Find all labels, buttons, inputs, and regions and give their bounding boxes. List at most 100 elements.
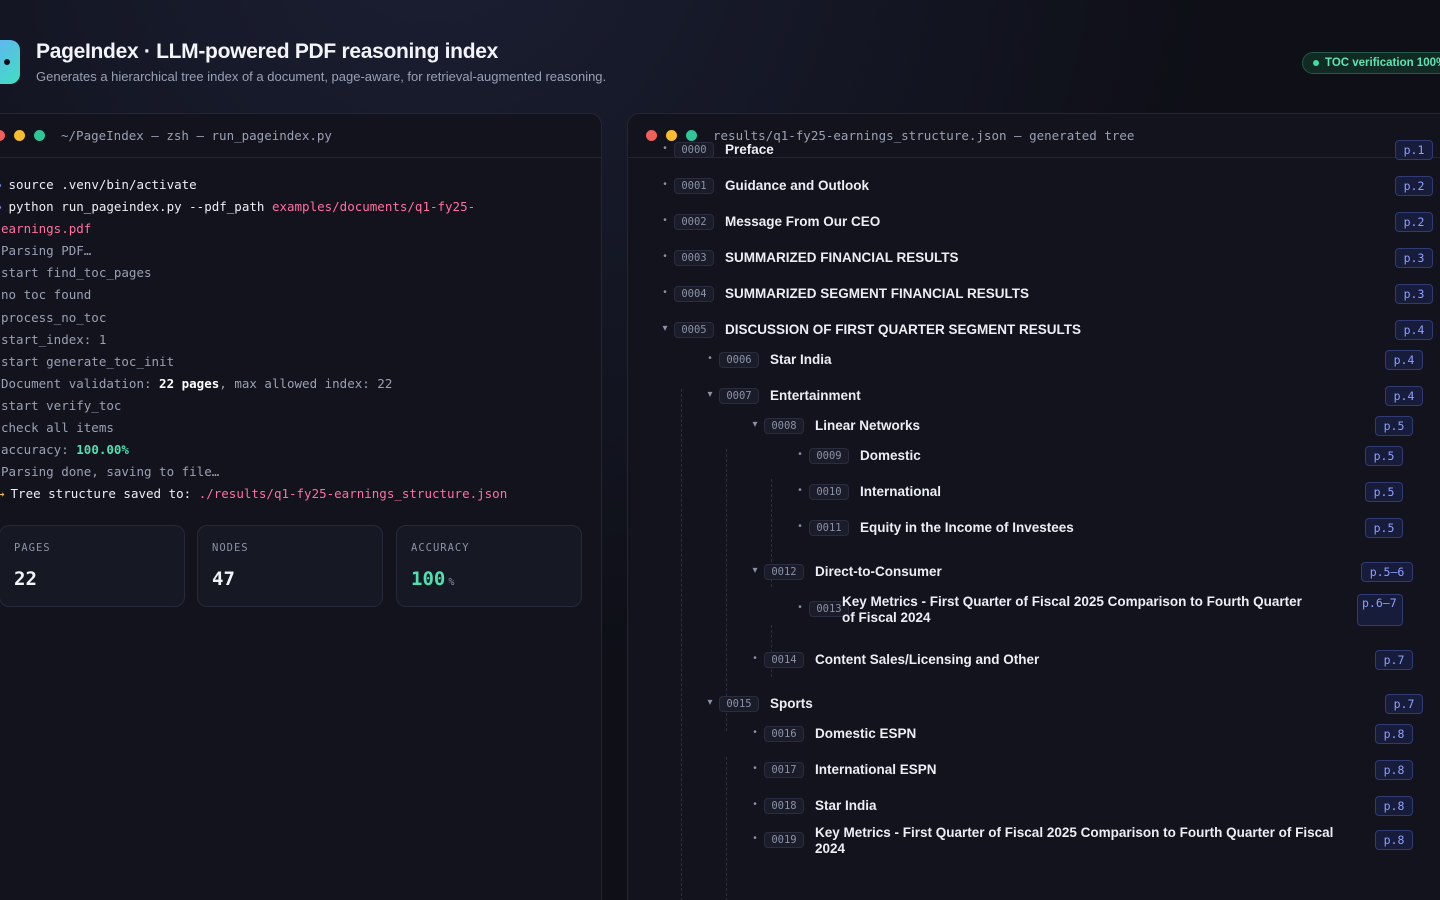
- chevron-right-icon: ❯: [0, 199, 3, 214]
- tree-node[interactable]: • 0006 Star India p.4: [703, 345, 1423, 375]
- tree-node[interactable]: ▾ 0007 Entertainment p.4: [703, 381, 1423, 411]
- page-badge: p.7: [1375, 650, 1413, 670]
- terminal-line: Parsing done, saving to file…: [1, 464, 220, 479]
- node-title: SUMMARIZED FINANCIAL RESULTS: [725, 250, 959, 265]
- tree-node[interactable]: • 0000 Preface p.1: [658, 135, 1433, 165]
- node-title: DISCUSSION OF FIRST QUARTER SEGMENT RESU…: [725, 322, 1082, 337]
- close-window-icon[interactable]: [646, 130, 657, 141]
- terminal-line: ❯python run_pageindex.py --pdf_path exam…: [0, 199, 475, 214]
- tree-node[interactable]: • 0011 Equity in the Income of Investees p.…: [793, 513, 1403, 543]
- terminal-line: check all items: [1, 420, 114, 435]
- node-title: Guidance and Outlook: [725, 178, 870, 193]
- page-header: PageIndex · LLM-powered PDF reasoning in…: [0, 0, 1440, 112]
- terminal-line: earnings.pdf: [1, 221, 92, 236]
- terminal-line: start find_toc_pages: [1, 265, 152, 280]
- terminal-panel: ~/PageIndex — zsh — run_pageindex.py ❯so…: [0, 113, 602, 900]
- maximize-window-icon[interactable]: [34, 130, 45, 141]
- page-badge: p.4: [1395, 320, 1433, 340]
- terminal-line: →Tree structure saved to: ./results/q1-f…: [0, 486, 507, 501]
- tree-node[interactable]: • 0014 Content Sales/Licensing and Other p.…: [748, 645, 1413, 675]
- page-badge: p.8: [1375, 796, 1413, 816]
- page-badge: p.2: [1395, 212, 1433, 232]
- stat-card-accuracy: ACCURACY 100%: [396, 525, 582, 607]
- page-badge: p.2: [1395, 176, 1433, 196]
- node-id: 0004: [674, 286, 714, 302]
- page-badge: p.4: [1385, 350, 1423, 370]
- tree-node[interactable]: ▾ 0005 DISCUSSION OF FIRST QUARTER SEGMENT…: [658, 315, 1433, 345]
- node-title: Domestic ESPN: [815, 726, 917, 741]
- node-title: Domestic: [860, 448, 921, 463]
- node-id: 0001: [674, 178, 714, 194]
- node-id: 0011: [809, 520, 849, 536]
- node-title: Linear Networks: [815, 418, 921, 433]
- terminal-line: no toc found: [1, 287, 92, 302]
- node-title: Sports: [770, 696, 813, 711]
- terminal-line: start verify_toc: [1, 398, 122, 413]
- stat-value: 100%: [411, 568, 455, 590]
- terminal-line: process_no_toc: [1, 310, 107, 325]
- tree-node[interactable]: • 0013 Key Metrics - First Quarter of Fisc…: [793, 594, 1403, 626]
- node-id: 0014: [764, 652, 804, 668]
- terminal-titlebar: ~/PageIndex — zsh — run_pageindex.py: [0, 114, 601, 158]
- tree-node[interactable]: • 0017 International ESPN p.8: [748, 755, 1413, 785]
- tree-node[interactable]: • 0016 Domestic ESPN p.8: [748, 719, 1413, 749]
- chevron-down-icon[interactable]: ▾: [703, 389, 717, 400]
- tree-node[interactable]: • 0002 Message From Our CEO p.2: [658, 207, 1433, 237]
- node-id: 0006: [719, 352, 759, 368]
- stat-value: 22: [14, 568, 37, 590]
- stat-label: NODES: [212, 542, 249, 554]
- bullet-icon: •: [753, 763, 757, 774]
- page-badge: p.3: [1395, 284, 1433, 304]
- tree-node[interactable]: • 0004 SUMMARIZED SEGMENT FINANCIAL RESULT…: [658, 279, 1433, 309]
- page-subtitle: Generates a hierarchical tree index of a…: [36, 69, 607, 84]
- tree-node[interactable]: • 0001 Guidance and Outlook p.2: [658, 171, 1433, 201]
- node-id: 0003: [674, 250, 714, 266]
- stat-value: 47: [212, 568, 235, 590]
- stat-card-pages: PAGES 22: [0, 525, 185, 607]
- terminal-line: ❯source .venv/bin/activate: [0, 177, 197, 192]
- tree-node[interactable]: • 0018 Star India p.8: [748, 791, 1413, 821]
- bullet-icon: •: [753, 727, 757, 738]
- terminal-line: start generate_toc_init: [1, 354, 175, 369]
- tree-node[interactable]: • 0019 Key Metrics - First Quarter of Fisc…: [748, 825, 1413, 856]
- tree-node[interactable]: • 0003 SUMMARIZED FINANCIAL RESULTS p.3: [658, 243, 1433, 273]
- toc-verification-badge: TOC verification 100%: [1302, 52, 1440, 74]
- node-id: 0018: [764, 798, 804, 814]
- tree-node[interactable]: ▾ 0012 Direct-to-Consumer p.5–6: [748, 557, 1413, 587]
- terminal-line: start_index: 1: [1, 332, 107, 347]
- node-id: 0000: [674, 142, 714, 158]
- page-badge: p.6–7: [1357, 594, 1403, 626]
- bullet-icon: •: [798, 521, 802, 532]
- bullet-icon: •: [798, 485, 802, 496]
- page-badge: p.5–6: [1361, 562, 1413, 582]
- node-title: Key Metrics - First Quarter of Fiscal 20…: [842, 594, 1302, 625]
- tree-node[interactable]: ▾ 0015 Sports p.7: [703, 689, 1423, 719]
- page-title: PageIndex · LLM-powered PDF reasoning in…: [36, 40, 498, 63]
- minimize-window-icon[interactable]: [14, 130, 25, 141]
- close-window-icon[interactable]: [0, 130, 5, 141]
- badge-label: TOC verification 100%: [1325, 57, 1440, 69]
- tree-node[interactable]: • 0009 Domestic p.5: [793, 441, 1403, 471]
- bullet-icon: •: [663, 215, 667, 226]
- node-id: 0010: [809, 484, 849, 500]
- node-title: Entertainment: [770, 388, 861, 403]
- tree-node[interactable]: ▾ 0008 Linear Networks p.5: [748, 411, 1413, 441]
- bullet-icon: •: [753, 799, 757, 810]
- node-id: 0008: [764, 418, 804, 434]
- chevron-down-icon[interactable]: ▾: [748, 565, 762, 576]
- chevron-down-icon[interactable]: ▾: [748, 419, 762, 430]
- bullet-icon: •: [798, 602, 802, 613]
- page-badge: p.8: [1375, 724, 1413, 744]
- tree-node[interactable]: • 0010 International p.5: [793, 477, 1403, 507]
- node-title: Equity in the Income of Investees: [860, 520, 1074, 535]
- page-badge: p.7: [1385, 694, 1423, 714]
- page-badge: p.8: [1375, 830, 1413, 850]
- tree-view: • 0000 Preface p.1 • 0001 Guidance and Outlook…: [628, 140, 1440, 900]
- bullet-icon: •: [753, 653, 757, 664]
- stat-card-nodes: NODES 47: [197, 525, 383, 607]
- node-title: Message From Our CEO: [725, 214, 881, 229]
- bullet-icon: •: [708, 353, 712, 364]
- app-logo-icon: [0, 40, 20, 84]
- chevron-down-icon[interactable]: ▾: [658, 323, 672, 334]
- chevron-down-icon[interactable]: ▾: [703, 697, 717, 708]
